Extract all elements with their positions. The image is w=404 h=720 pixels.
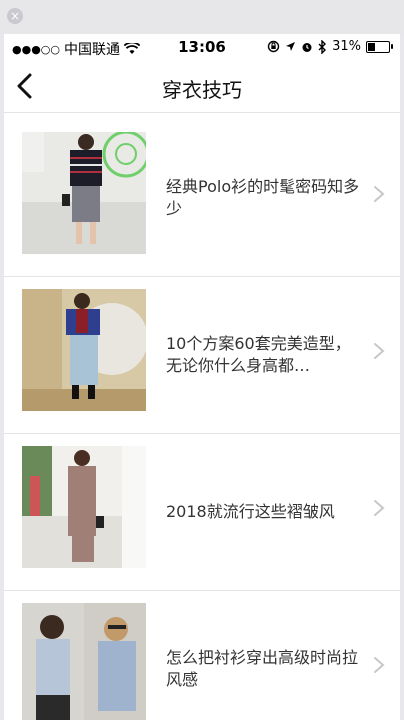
article-thumbnail: [22, 603, 146, 720]
chevron-right-icon: [374, 657, 385, 673]
list-item[interactable]: 2018就流行这些褶皱风: [4, 434, 400, 591]
chevron-right-icon: [374, 186, 385, 202]
chevron-right-icon: [374, 343, 385, 359]
chevron-right-icon: [374, 500, 385, 516]
phone-screen: ●●●○○ 中国联通 13:06 31% 穿衣技巧 经典Polo衫的时髦密码知多…: [4, 34, 400, 720]
status-bar: ●●●○○ 中国联通 13:06 31%: [4, 34, 400, 60]
close-icon[interactable]: ×: [7, 8, 23, 24]
article-title: 2018就流行这些褶皱风: [166, 502, 335, 521]
article-title: 经典Polo衫的时髦密码知多少: [166, 177, 360, 218]
navigation-bar: 穿衣技巧: [4, 60, 400, 113]
location-icon: [286, 42, 296, 51]
orientation-lock-icon: [267, 40, 280, 53]
page-title: 穿衣技巧: [162, 78, 242, 102]
article-thumbnail: [22, 289, 146, 411]
status-right: 31%: [267, 39, 393, 54]
battery-level: [368, 42, 375, 51]
window-chrome: ×: [0, 0, 404, 34]
list-item[interactable]: 10个方案60套完美造型，无论你什么身高都…: [4, 277, 400, 434]
battery-icon: [366, 40, 393, 53]
alarm-icon: [302, 42, 312, 52]
article-title: 10个方案60套完美造型，无论你什么身高都…: [166, 334, 351, 375]
article-thumbnail: [22, 446, 146, 568]
article-title: 怎么把衬衫穿出高级时尚拉风感: [166, 648, 359, 689]
list-item[interactable]: 怎么把衬衫穿出高级时尚拉风感: [4, 591, 400, 720]
list-item[interactable]: 经典Polo衫的时髦密码知多少: [4, 120, 400, 277]
article-list: 经典Polo衫的时髦密码知多少 10个方案60套完美造型，无论你什么身高都… 2…: [4, 120, 400, 720]
bluetooth-icon: [318, 39, 327, 54]
screenshot-frame: × ●●●○○ 中国联通 13:06 31% 穿衣技巧 经典Polo衫的时髦密码…: [0, 0, 404, 720]
battery-percent: 31%: [332, 39, 361, 54]
article-thumbnail: [22, 132, 146, 254]
